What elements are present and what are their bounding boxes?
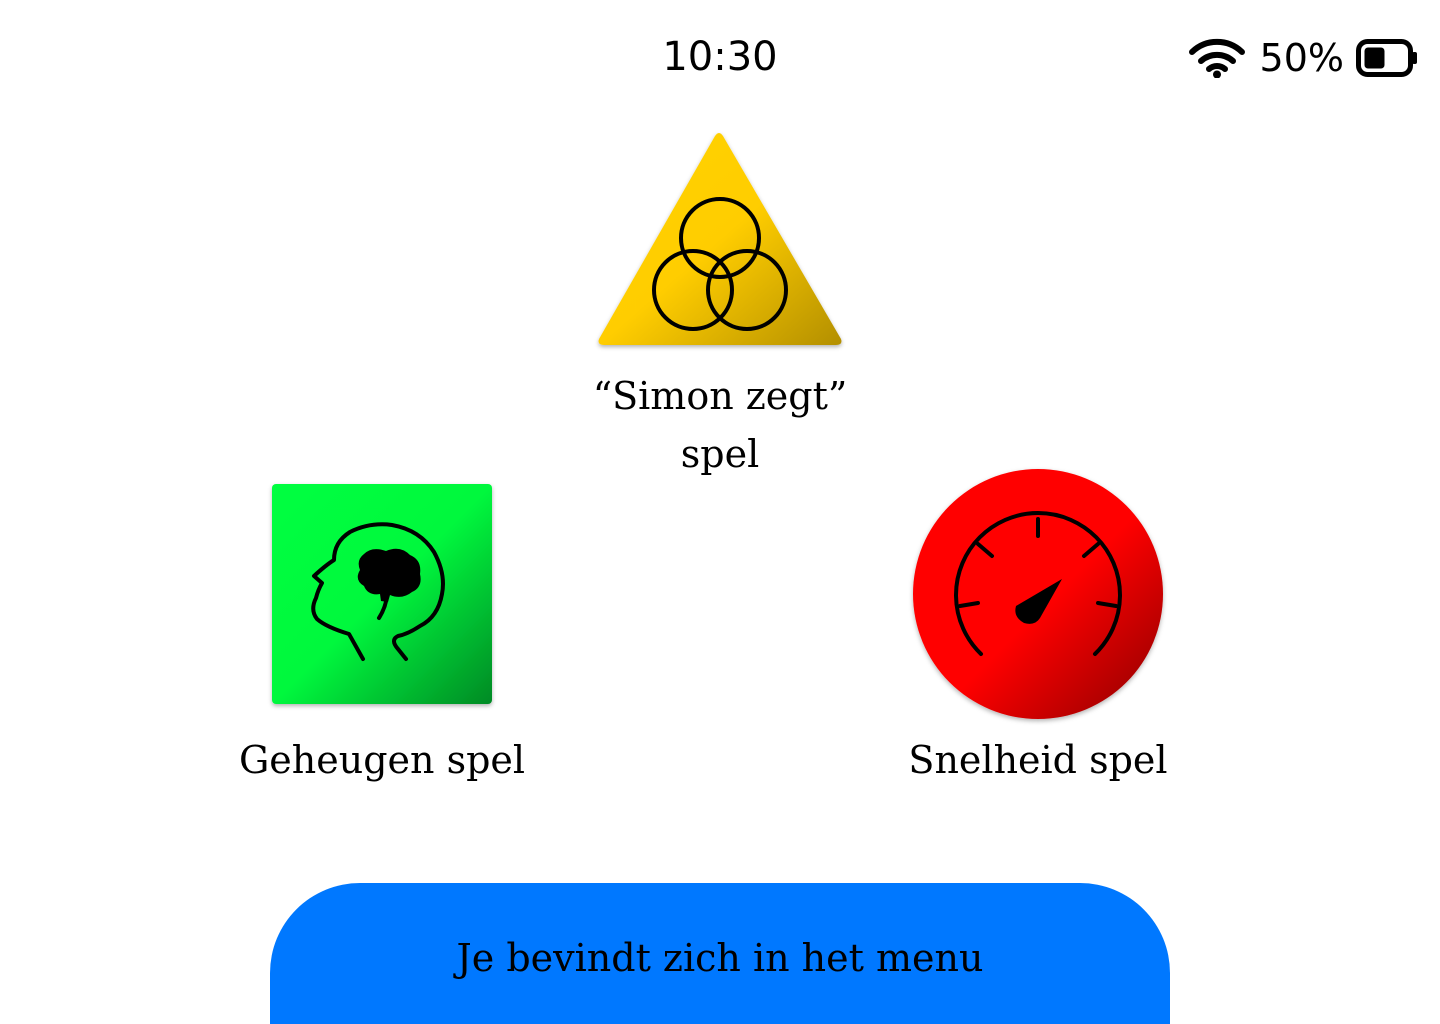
triangle-shape [598, 133, 842, 345]
menu-status-text: Je bevindt zich in het menu [456, 936, 984, 980]
battery-percentage: 50% [1259, 36, 1344, 80]
memory-game-button[interactable] [270, 482, 494, 706]
battery-icon [1356, 39, 1417, 77]
speed-game-label[interactable]: Snelheid spel [858, 731, 1218, 789]
wifi-icon [1188, 38, 1245, 78]
menu-status-bar: Je bevindt zich in het menu [270, 883, 1170, 1024]
status-time: 10:30 [662, 34, 778, 80]
battery-level [1364, 47, 1385, 69]
memory-game-label[interactable]: Geheugen spel [200, 731, 564, 789]
simon-game-button[interactable] [596, 128, 844, 350]
simon-game-label[interactable]: “Simon zegt” spel [540, 367, 900, 483]
system-status: 50% [1188, 34, 1418, 82]
speed-game-button[interactable] [910, 466, 1166, 722]
